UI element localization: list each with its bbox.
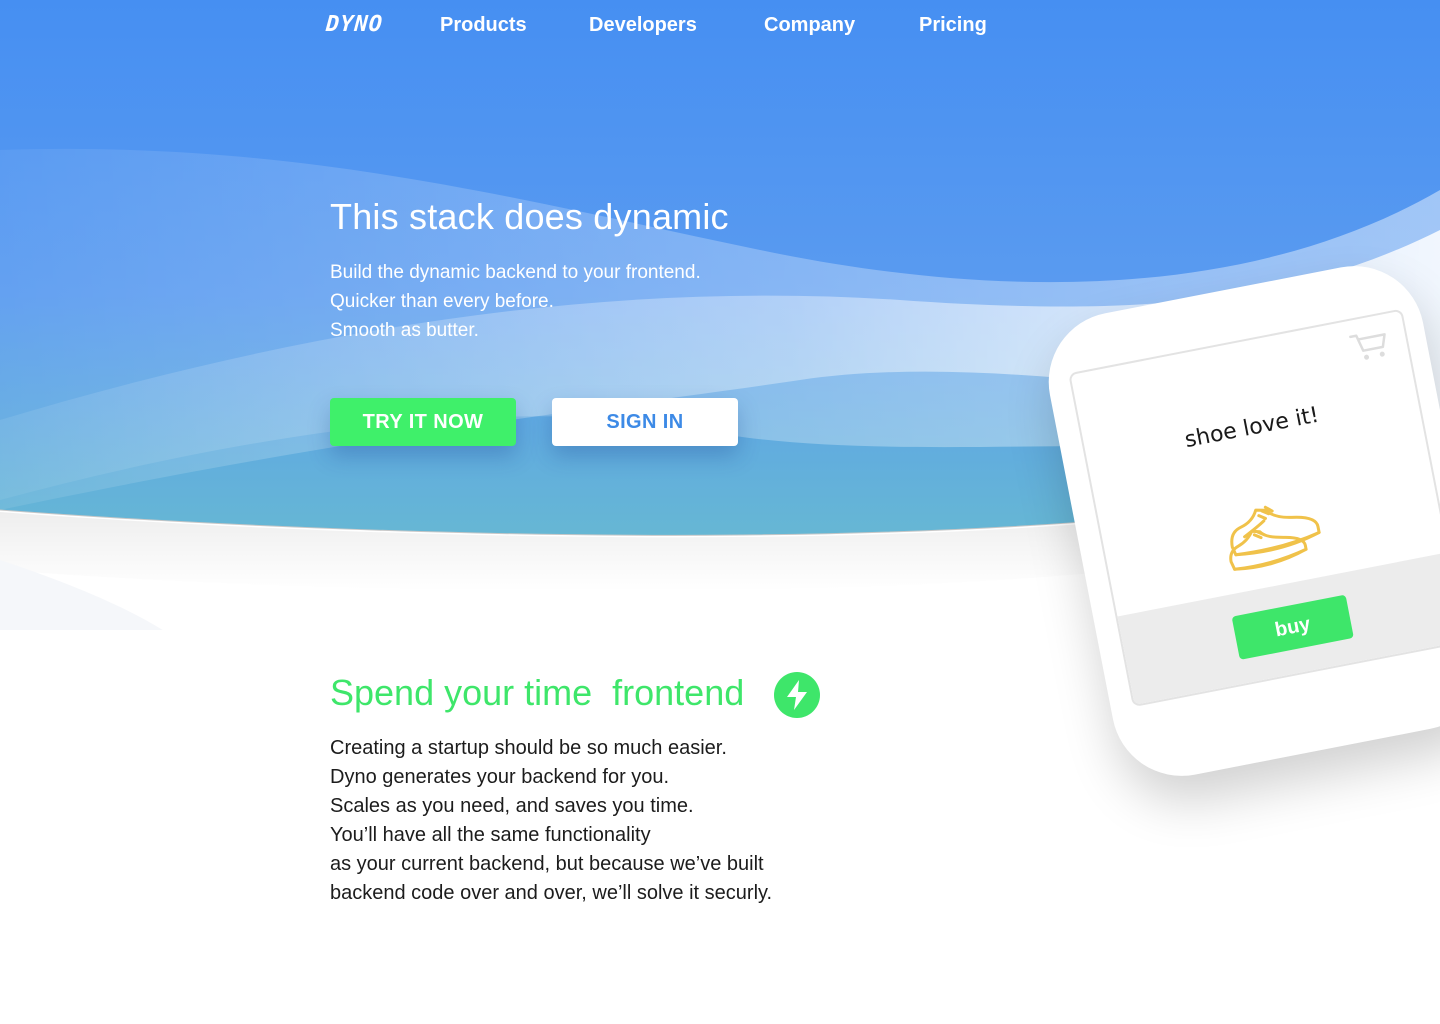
feature-line: You’ll have all the same functionality <box>330 824 651 846</box>
hero-subtitle: Build the dynamic backend to your fronte… <box>330 258 701 345</box>
nav-link-developers[interactable]: Developers <box>589 14 697 37</box>
phone-mockup: shoe love it! buy <box>1000 254 1440 788</box>
nav-link-products[interactable]: Products <box>440 14 527 37</box>
feature-title: Spend your time frontend <box>330 672 745 713</box>
sneaker-icon <box>1229 505 1321 571</box>
nav-link-company[interactable]: Company <box>764 14 855 37</box>
hero-subtitle-line: Smooth as butter. <box>330 320 479 341</box>
sign-in-button[interactable]: SIGN IN <box>552 398 738 446</box>
product-caption: shoe love it! <box>1182 402 1322 454</box>
hero-subtitle-line: Build the dynamic backend to your fronte… <box>330 262 701 283</box>
feature-line: as your current backend, but because we’… <box>330 853 764 875</box>
hero-subtitle-line: Quicker than every before. <box>330 291 554 312</box>
feature-line: backend code over and over, we’ll solve … <box>330 882 773 904</box>
feature-line: Scales as you need, and saves you time. <box>330 795 694 817</box>
nav-link-pricing[interactable]: Pricing <box>919 14 987 37</box>
top-navigation: DYNO Products Developers Company Pricing <box>0 0 1440 54</box>
hero-title: This stack does dynamic <box>330 196 729 237</box>
feature-line: Creating a startup should be so much eas… <box>330 737 727 759</box>
cart-icon[interactable] <box>1348 326 1393 365</box>
lightning-bolt-icon <box>774 672 820 718</box>
feature-description: Creating a startup should be so much eas… <box>330 734 772 908</box>
brand-logo[interactable]: DYNO <box>325 12 384 37</box>
phone-screen: shoe love it! buy <box>1068 308 1440 708</box>
try-it-now-button[interactable]: TRY IT NOW <box>330 398 516 446</box>
feature-line: Dyno generates your backend for you. <box>330 766 670 788</box>
phone-frame: shoe love it! buy <box>1036 254 1440 788</box>
